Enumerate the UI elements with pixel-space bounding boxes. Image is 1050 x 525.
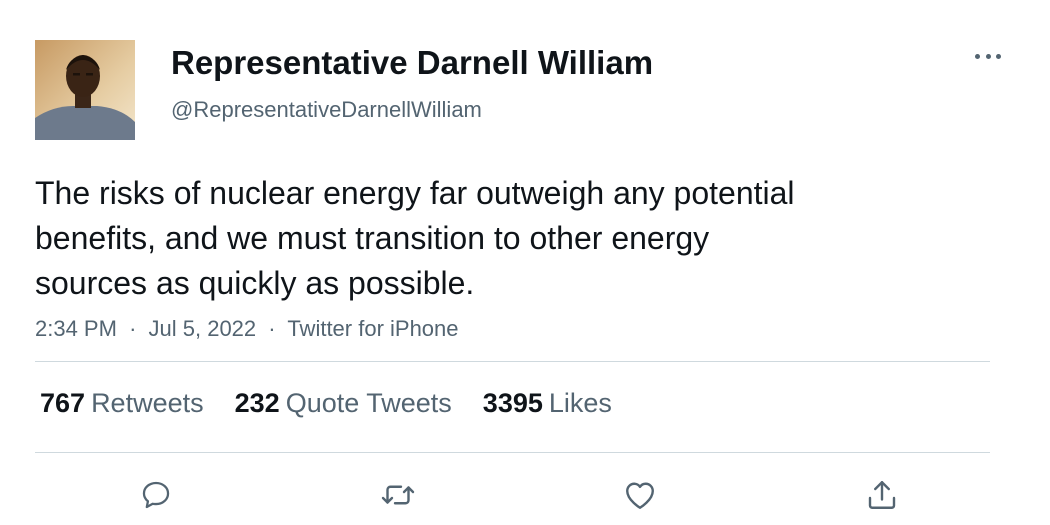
more-horizontal-icon[interactable] bbox=[972, 44, 1004, 68]
likes-label: Likes bbox=[548, 388, 612, 418]
tweet-text-line: sources as quickly as possible. bbox=[35, 265, 475, 301]
retweets-count: 767 bbox=[40, 388, 86, 418]
reply-icon bbox=[142, 481, 170, 509]
retweets-label: Retweets bbox=[91, 388, 204, 418]
share-button[interactable] bbox=[862, 475, 902, 515]
tweet-meta: 2:34 PM · Jul 5, 2022 · Twitter for iPho… bbox=[35, 316, 459, 342]
tweet-time[interactable]: 2:34 PM bbox=[35, 316, 117, 341]
like-button[interactable] bbox=[620, 475, 660, 515]
author-handle[interactable]: @RepresentativeDarnellWilliam bbox=[171, 97, 482, 123]
likes-stat[interactable]: 3395 Likes bbox=[483, 388, 612, 419]
tweet-text-line: benefits, and we must transition to othe… bbox=[35, 220, 710, 256]
quote-tweets-stat[interactable]: 232 Quote Tweets bbox=[235, 388, 452, 419]
retweet-button[interactable] bbox=[378, 475, 418, 515]
likes-count: 3395 bbox=[482, 388, 543, 418]
heart-icon bbox=[626, 482, 654, 509]
retweets-stat[interactable]: 767 Retweets bbox=[40, 388, 204, 419]
share-icon bbox=[868, 481, 896, 509]
tweet-source[interactable]: Twitter for iPhone bbox=[287, 316, 458, 341]
author-name[interactable]: Representative Darnell William bbox=[171, 44, 653, 82]
avatar[interactable] bbox=[35, 40, 135, 140]
retweet-icon bbox=[381, 485, 415, 505]
quote-tweets-count: 232 bbox=[234, 388, 280, 418]
meta-separator: · bbox=[129, 316, 137, 341]
tweet-text-line: The risks of nuclear energy far outweigh… bbox=[35, 175, 795, 211]
more-dot bbox=[985, 53, 991, 59]
divider bbox=[35, 452, 990, 453]
more-dot bbox=[975, 53, 980, 59]
quote-tweets-label: Quote Tweets bbox=[285, 388, 452, 418]
more-dot bbox=[996, 53, 1001, 59]
reply-button[interactable] bbox=[136, 475, 176, 515]
engagement-stats: 767 Retweets 232 Quote Tweets 3395 Likes bbox=[40, 388, 643, 419]
tweet-date[interactable]: Jul 5, 2022 bbox=[149, 316, 257, 341]
divider bbox=[35, 361, 990, 362]
tweet-text: The risks of nuclear energy far outweigh… bbox=[35, 171, 935, 306]
meta-separator: · bbox=[268, 316, 276, 341]
